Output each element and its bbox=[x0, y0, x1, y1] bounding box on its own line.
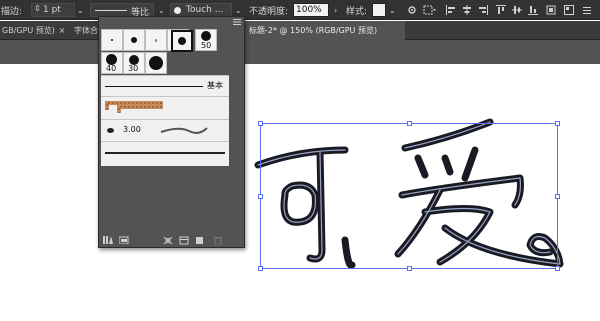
brush-swatch[interactable]: 50 bbox=[195, 29, 217, 51]
brush-dot-icon bbox=[201, 31, 211, 41]
panel-menu-icon[interactable] bbox=[233, 18, 241, 25]
brush-dot-icon bbox=[111, 39, 113, 41]
new-brush-icon[interactable] bbox=[195, 235, 205, 245]
brush-row-pattern[interactable] bbox=[101, 96, 229, 119]
brush-swatch[interactable] bbox=[123, 29, 145, 51]
brush-dot-icon bbox=[155, 39, 157, 42]
brush-swatch[interactable]: 40 bbox=[101, 52, 123, 74]
resize-handle[interactable] bbox=[258, 121, 263, 126]
basic-stroke-preview bbox=[105, 86, 203, 87]
brush-panel: 50 40 30 基本 3.00 bbox=[98, 16, 245, 248]
brush-swatch[interactable] bbox=[145, 29, 167, 51]
brush-row-bottom bbox=[101, 162, 229, 166]
brush-size-label: 40 bbox=[106, 64, 117, 73]
resize-handle[interactable] bbox=[407, 121, 412, 126]
brush-size-label: 50 bbox=[201, 41, 212, 50]
resize-handle[interactable] bbox=[555, 266, 560, 271]
brush-library-icon[interactable] bbox=[103, 235, 113, 245]
brush-options-icon[interactable] bbox=[179, 235, 189, 245]
bristle-stroke-preview bbox=[160, 127, 208, 134]
resize-handle[interactable] bbox=[407, 266, 412, 271]
brush-swatch[interactable] bbox=[101, 29, 123, 51]
resize-handle[interactable] bbox=[258, 194, 263, 199]
remove-stroke-icon[interactable] bbox=[163, 235, 173, 245]
brush-swatch[interactable]: 30 bbox=[123, 52, 145, 74]
basic-brush-label: 基本 bbox=[207, 81, 223, 90]
brush-row-bristle[interactable]: 3.00 bbox=[101, 119, 229, 141]
brush-dot-icon bbox=[149, 56, 163, 70]
brush-row-basic[interactable]: 基本 bbox=[101, 75, 229, 96]
trash-icon[interactable] bbox=[213, 235, 223, 245]
brush-row-art[interactable] bbox=[101, 141, 229, 162]
resize-handle[interactable] bbox=[555, 121, 560, 126]
resize-handle[interactable] bbox=[555, 194, 560, 199]
art-brush-preview bbox=[105, 152, 225, 154]
brush-dot-icon bbox=[178, 37, 186, 45]
library-panel-icon[interactable] bbox=[119, 235, 129, 245]
brush-size-label: 30 bbox=[128, 64, 139, 73]
brush-swatch-selected[interactable] bbox=[171, 30, 193, 52]
bristle-size-value: 3.00 bbox=[123, 125, 141, 134]
brush-dot-icon bbox=[131, 37, 137, 43]
resize-handle[interactable] bbox=[258, 266, 263, 271]
brush-swatch[interactable] bbox=[145, 52, 167, 74]
bristle-brush-icon bbox=[107, 128, 114, 133]
pattern-brush-preview bbox=[105, 101, 163, 113]
selection-bounding-box[interactable] bbox=[258, 121, 560, 271]
